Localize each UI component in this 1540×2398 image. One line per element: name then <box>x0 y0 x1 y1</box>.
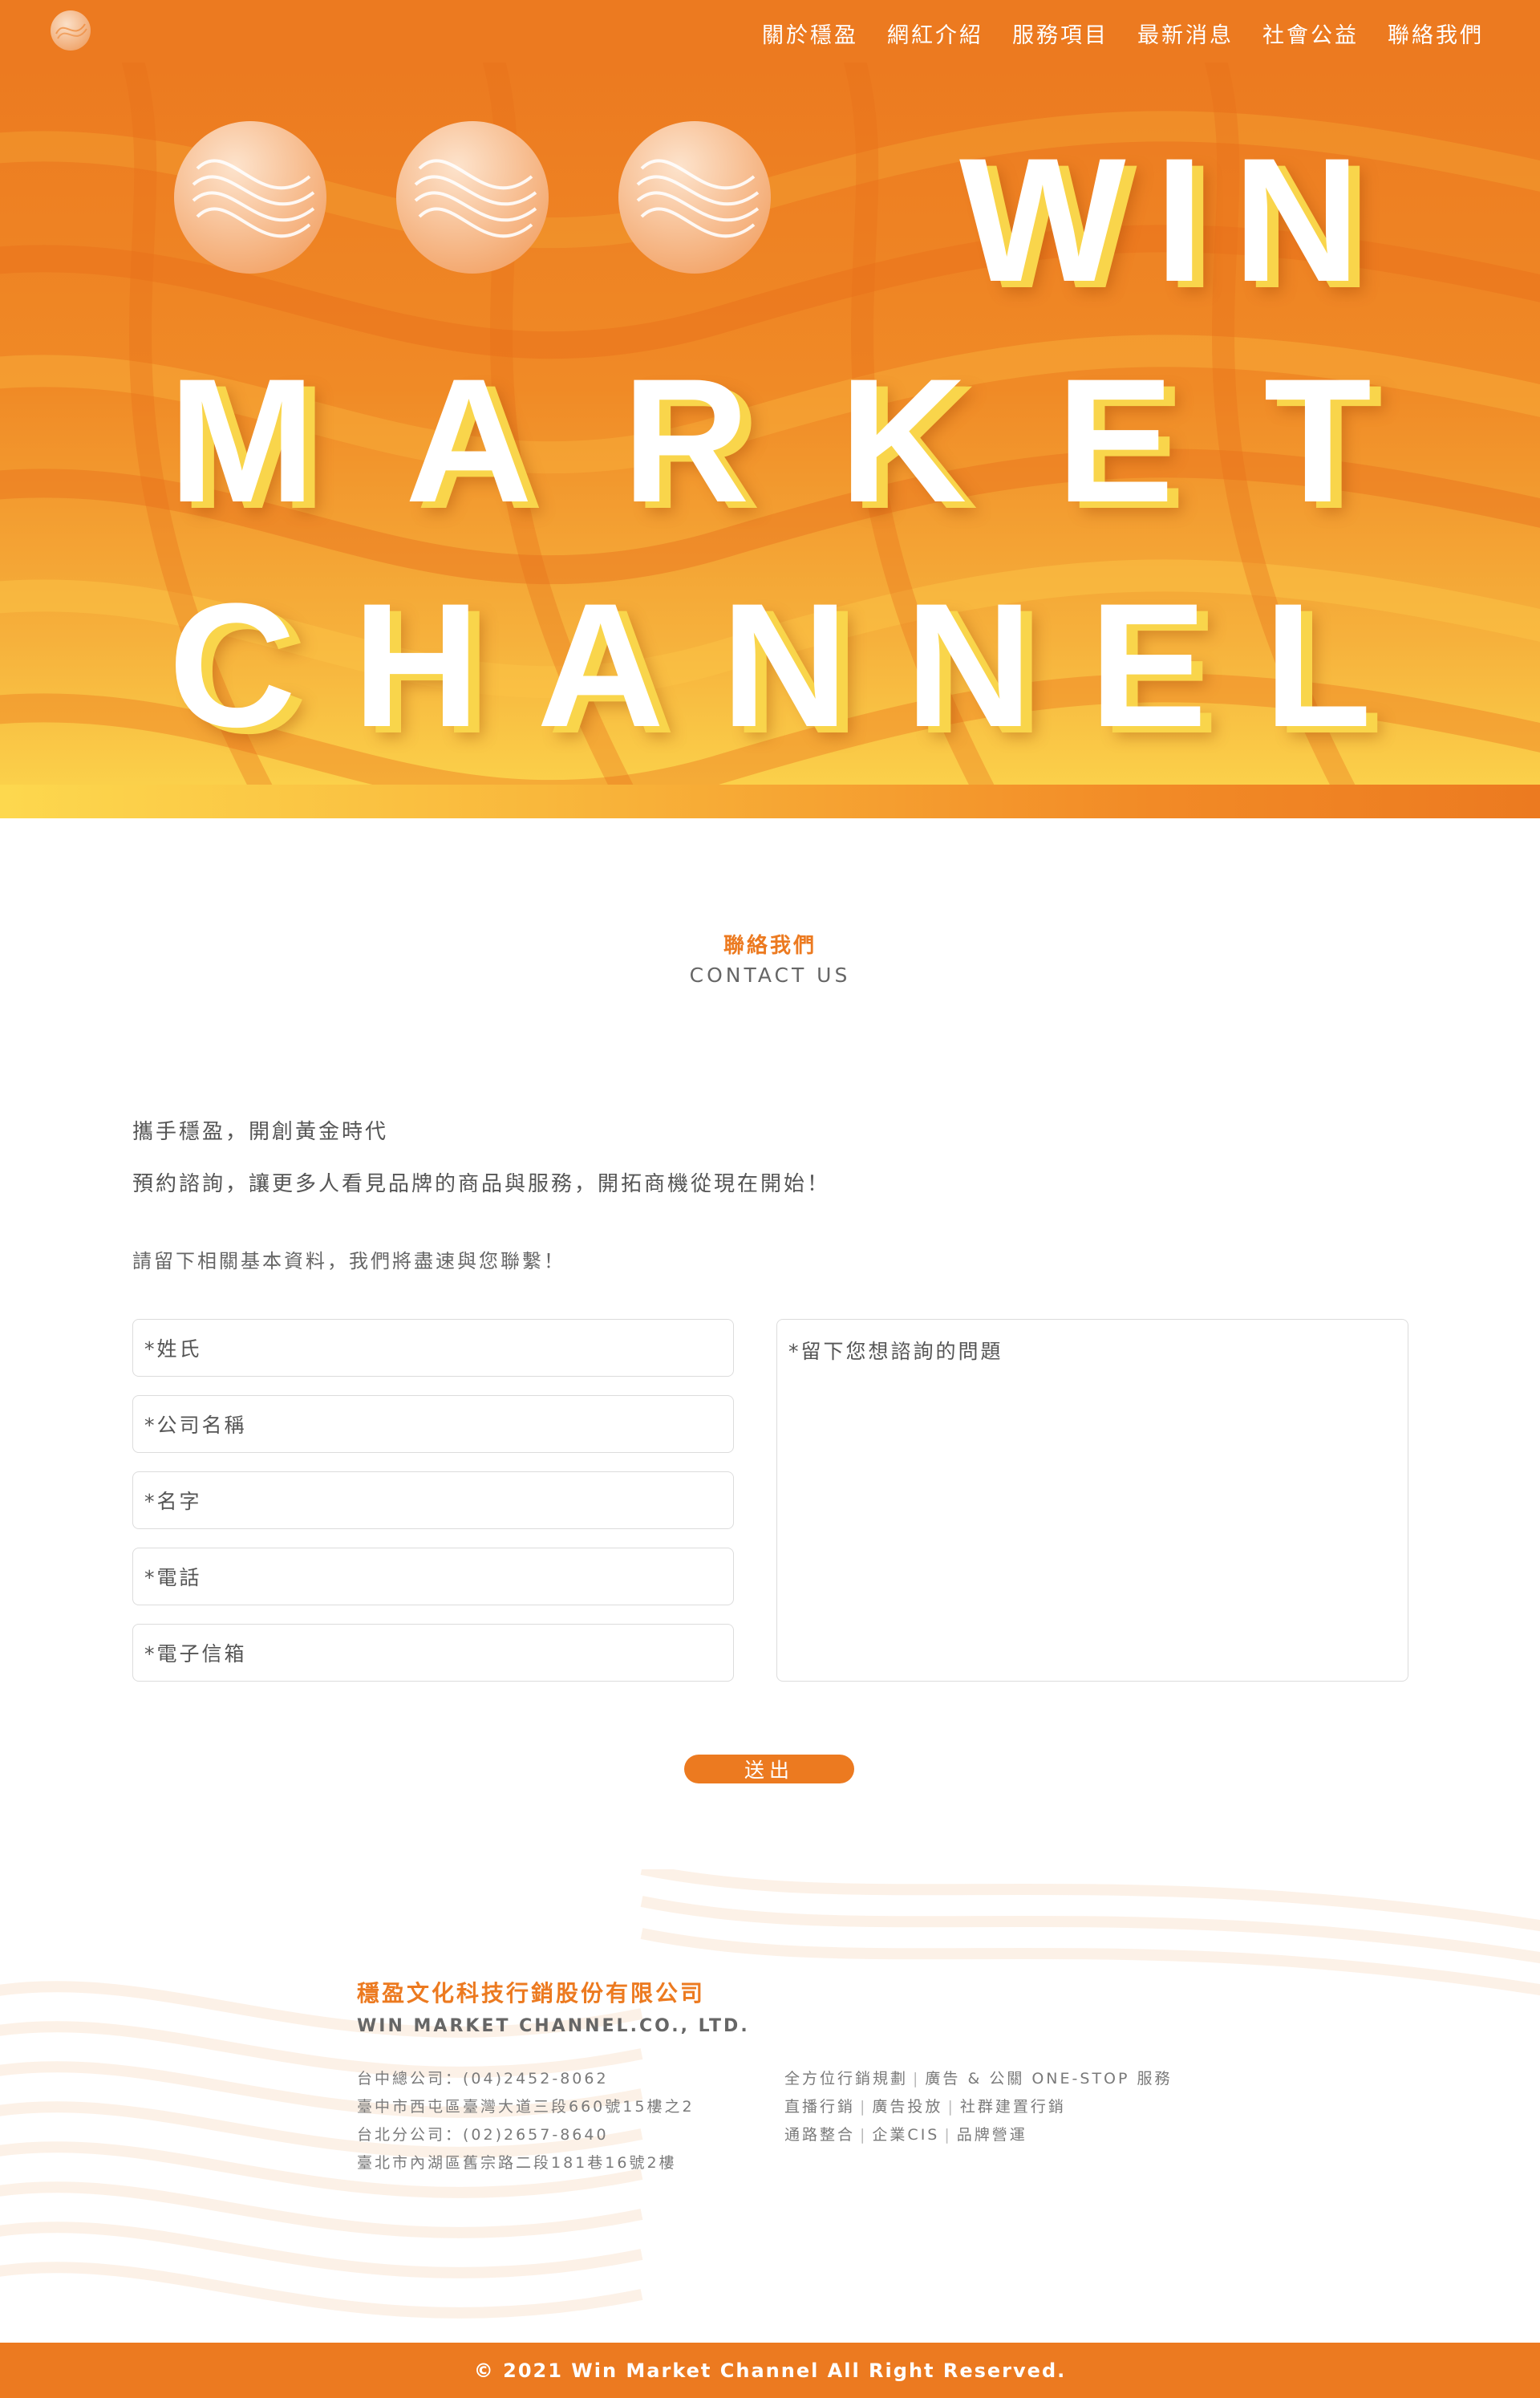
nav-item-charity[interactable]: 社會公益 <box>1262 18 1359 49</box>
logo-icon[interactable] <box>50 10 91 51</box>
hero-letter: H <box>352 566 480 764</box>
submit-button[interactable]: 送出 <box>684 1755 854 1783</box>
hero-letter: T <box>1263 342 1372 539</box>
intro-line-2: 預約諮詢，讓更多人看見品牌的商品與服務，開拓商機從現在開始！ <box>132 1172 831 1196</box>
address-line: 台中總公司：(04)2452-8062 <box>357 2070 609 2088</box>
first-name-field[interactable]: *名字 <box>132 1471 734 1529</box>
hero-letter: A <box>405 342 533 539</box>
contact-title-en: CONTACT US <box>689 964 851 987</box>
hero-letter: M <box>168 342 316 539</box>
hero-letter: E <box>1056 342 1174 539</box>
service-item: 廣告投放 <box>872 2098 943 2116</box>
intro-line-3: 請留下相關基本資料，我們將盡速與您聯繫！ <box>132 1250 565 1272</box>
nav-item-contact[interactable]: 聯絡我們 <box>1388 18 1484 49</box>
service-item: 廣告 & 公關 ONE-STOP 服務 <box>925 2070 1173 2088</box>
service-item: 品牌營運 <box>956 2126 1027 2144</box>
service-item: 企業CIS <box>872 2126 940 2144</box>
footer-services: 全方位行銷規劃 | 廣告 & 公關 ONE-STOP 服務 直播行銷 | 廣告投放 | 社群… <box>784 2065 1173 2149</box>
address-line: 臺北市內湖區舊宗路二段181巷16號2樓 <box>357 2154 677 2172</box>
address-line: 台北分公司：(02)2657-8640 <box>357 2126 609 2144</box>
footer-background <box>0 1869 1540 2343</box>
last-name-field[interactable]: *姓氏 <box>132 1319 734 1377</box>
nav-item-about[interactable]: 關於穩盈 <box>762 18 858 49</box>
service-item: 社群建置行銷 <box>959 2098 1066 2116</box>
footer-addresses: 台中總公司：(04)2452-8062 臺中市西屯區臺灣大道三段660號15樓之… <box>357 2065 695 2177</box>
nav-item-influencers[interactable]: 網紅介紹 <box>887 18 983 49</box>
hero-letter: R <box>622 342 750 539</box>
hero-title-line-win: W I N <box>959 119 1360 322</box>
hero-banner: W I N M A R K E T C H A N N E L <box>0 63 1540 785</box>
service-line: 直播行銷 | 廣告投放 | 社群建置行銷 <box>784 2098 1066 2116</box>
hero-title-line-market: M A R K E T <box>168 339 1372 542</box>
hero-letter: L <box>1263 566 1372 764</box>
nav-menu: 關於穩盈 網紅介紹 服務項目 最新消息 社會公益 聯絡我們 <box>762 18 1484 49</box>
hero-letter: N <box>905 566 1033 764</box>
company-name-field[interactable]: *公司名稱 <box>132 1395 734 1453</box>
service-item: 直播行銷 <box>784 2098 856 2116</box>
phone-field[interactable]: *電話 <box>132 1548 734 1605</box>
footer-company: 穩盈文化科技行銷股份有限公司 WIN MARKET CHANNEL.CO., L… <box>357 1976 750 2036</box>
hero-letter: I <box>1154 121 1204 319</box>
hero-letter: E <box>1089 566 1207 764</box>
message-textarea[interactable]: *留下您想諮詢的問題 <box>776 1319 1408 1682</box>
hero-letter: A <box>537 566 665 764</box>
top-nav: 關於穩盈 網紅介紹 服務項目 最新消息 社會公益 聯絡我們 <box>0 0 1540 63</box>
service-item: 全方位行銷規劃 <box>784 2070 909 2088</box>
company-name-en: WIN MARKET CHANNEL.CO., LTD. <box>357 2016 750 2036</box>
service-item: 通路整合 <box>784 2126 856 2144</box>
nav-item-services[interactable]: 服務項目 <box>1012 18 1108 49</box>
hero-bottom-strip <box>0 785 1540 818</box>
nav-item-news[interactable]: 最新消息 <box>1137 18 1234 49</box>
hero-title-line-channel: C H A N N E L <box>168 564 1372 767</box>
hero-letter: K <box>839 342 967 539</box>
contact-intro: 攜手穩盈，開創黃金時代 預約諮詢，讓更多人看見品牌的商品與服務，開拓商機從現在開… <box>132 1115 1255 1273</box>
footer-wave-pattern <box>0 1869 1540 2319</box>
address-line: 臺中市西屯區臺灣大道三段660號15樓之2 <box>357 2098 695 2116</box>
company-name-zh: 穩盈文化科技行銷股份有限公司 <box>357 1980 706 2006</box>
copyright-bar: © 2021 Win Market Channel All Right Rese… <box>0 2343 1540 2398</box>
service-line: 全方位行銷規劃 | 廣告 & 公關 ONE-STOP 服務 <box>784 2070 1173 2088</box>
hero-letter: W <box>959 121 1126 319</box>
contact-heading: 聯絡我們 CONTACT US <box>0 929 1540 987</box>
hero-letter: N <box>720 566 849 764</box>
contact-title-zh: 聯絡我們 <box>723 934 817 958</box>
intro-line-1: 攜手穩盈，開創黃金時代 <box>132 1120 389 1144</box>
service-line: 通路整合 | 企業CIS | 品牌營運 <box>784 2126 1027 2144</box>
hero-letter: C <box>168 566 296 764</box>
hero-letter: N <box>1233 121 1360 319</box>
hero-title: W I N M A R K E T C H A N N E L <box>0 63 1540 785</box>
email-field[interactable]: *電子信箱 <box>132 1624 734 1682</box>
